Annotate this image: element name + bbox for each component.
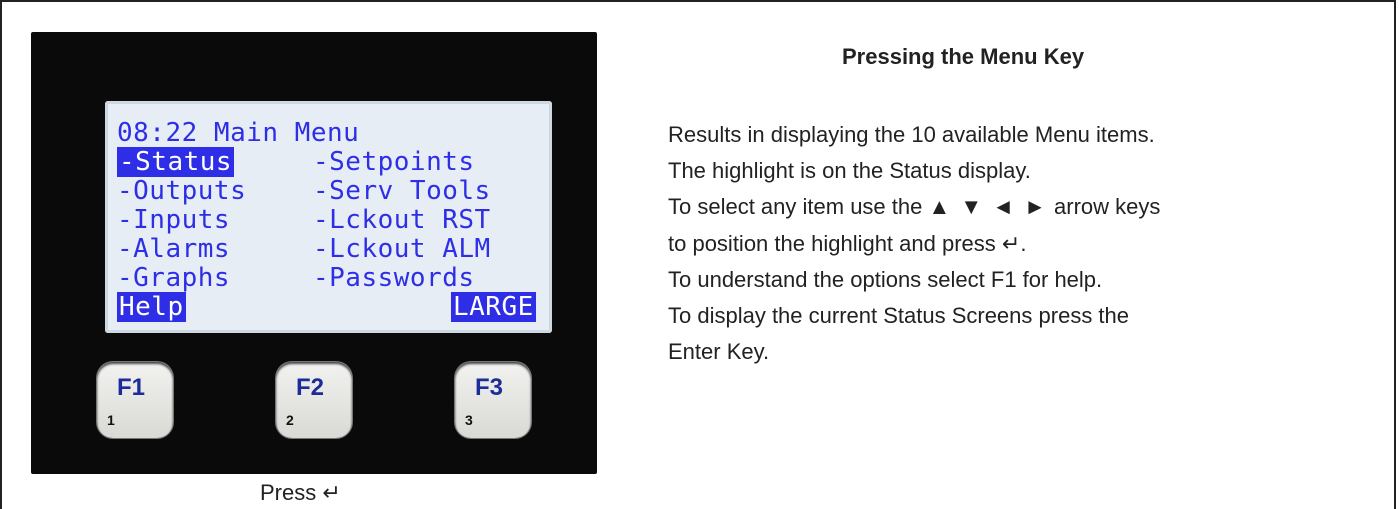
lcd-item-status[interactable]: -Status bbox=[117, 147, 235, 177]
lcd-item-serv-tools[interactable]: -Serv Tools bbox=[313, 177, 491, 206]
line-7: Enter Key. bbox=[668, 339, 770, 365]
controller-photo: 08:22 Main Menu -Status -Setpoints -Outp… bbox=[31, 32, 597, 474]
lcd-item-graphs[interactable]: -Graphs bbox=[117, 264, 230, 293]
line-6: To display the current Status Screens pr… bbox=[668, 302, 1130, 328]
lcd-item-inputs[interactable]: -Inputs bbox=[117, 206, 230, 235]
section-heading: Pressing the Menu Key bbox=[842, 44, 1085, 69]
lcd-item-alarms[interactable]: -Alarms bbox=[117, 235, 230, 264]
f2-key-number: 2 bbox=[286, 412, 294, 428]
line-2: The highlight is on the Status display. bbox=[668, 158, 1031, 184]
description-paragraph: Results in displaying the 10 available M… bbox=[668, 117, 1368, 370]
f1-key[interactable]: F1 1 bbox=[97, 362, 173, 438]
f2-key[interactable]: F2 2 bbox=[276, 362, 352, 438]
f3-key-number: 3 bbox=[465, 412, 473, 428]
line-5: To understand the options select F1 for … bbox=[668, 266, 1103, 292]
lcd-item-lckout-alm[interactable]: -Lckout ALM bbox=[313, 235, 491, 264]
lcd-softkey-help[interactable]: Help bbox=[117, 292, 186, 322]
line-1: Results in displaying the 10 available M… bbox=[668, 122, 1155, 147]
lcd-item-setpoints[interactable]: -Setpoints bbox=[313, 148, 475, 177]
lcd-item-lckout-rst[interactable]: -Lckout RST bbox=[313, 206, 491, 235]
arrow-keys-icons: ▲ ▼ ◄ ► bbox=[928, 194, 1048, 220]
f1-key-label: F1 bbox=[117, 374, 146, 401]
line-3: To select any item use the ▲ ▼ ◄ ► arrow… bbox=[668, 189, 1368, 225]
line-4: to position the highlight and press ↵. bbox=[668, 230, 1027, 256]
photo-caption: Press ↵ bbox=[260, 480, 341, 505]
lcd-screen: 08:22 Main Menu -Status -Setpoints -Outp… bbox=[105, 101, 552, 333]
lcd-header: 08:22 Main Menu bbox=[117, 118, 360, 148]
f1-key-number: 1 bbox=[107, 412, 115, 428]
lcd-softkey-large[interactable]: LARGE bbox=[451, 292, 536, 322]
f2-key-label: F2 bbox=[296, 374, 325, 401]
lcd-item-passwords[interactable]: -Passwords bbox=[313, 264, 475, 293]
f3-key-label: F3 bbox=[475, 374, 504, 401]
line-3-end: arrow keys bbox=[1054, 194, 1161, 220]
line-3-start: To select any item use the bbox=[668, 194, 923, 220]
f3-key[interactable]: F3 3 bbox=[455, 362, 531, 438]
lcd-item-outputs[interactable]: -Outputs bbox=[117, 177, 246, 206]
